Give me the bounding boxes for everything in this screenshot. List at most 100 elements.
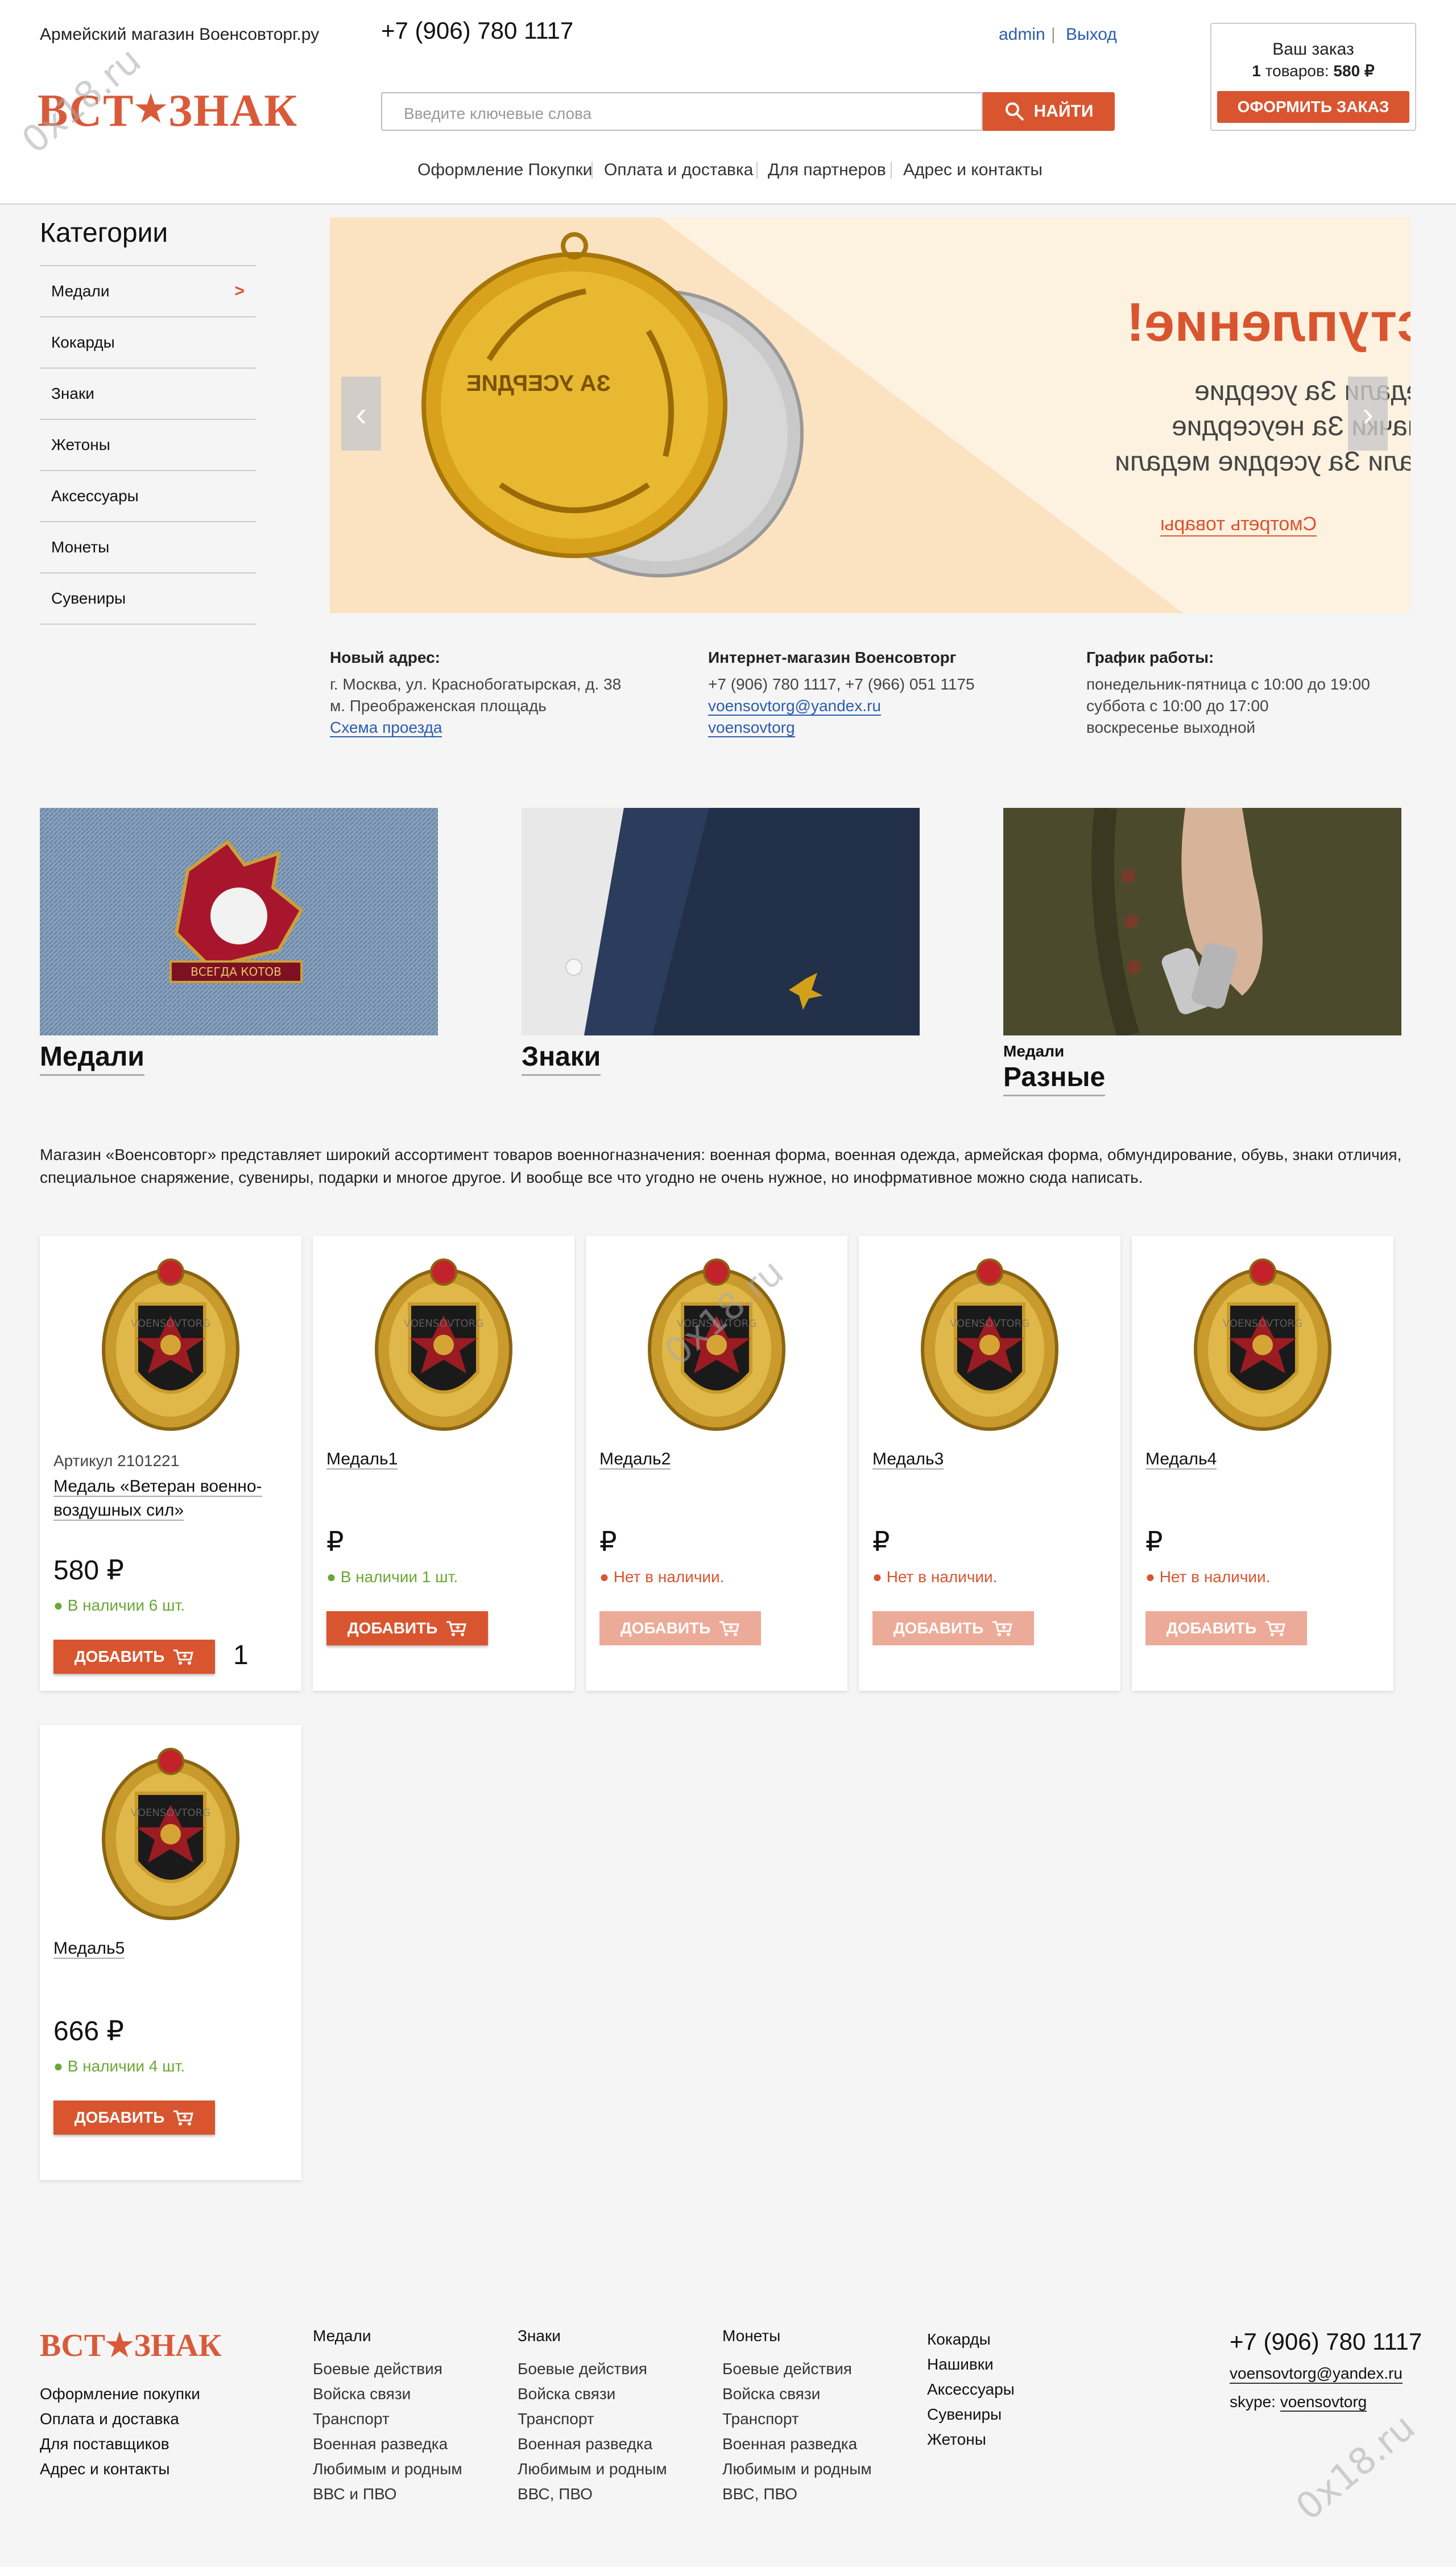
product-price: ₽ <box>1145 1527 1163 1557</box>
footer-column-link[interactable]: Войска связи <box>722 2382 872 2407</box>
footer-column-link[interactable]: Нашивки <box>927 2352 1015 2377</box>
footer-column-link[interactable]: Жетоны <box>927 2427 1015 2452</box>
product-name-link[interactable]: Медаль5 <box>53 1937 281 1961</box>
footer-logo[interactable]: ВСТ★ЗНАК <box>40 2327 222 2364</box>
footer-column-link[interactable]: Кокарды <box>927 2327 1015 2352</box>
footer-column-link[interactable]: Транспорт <box>722 2407 872 2432</box>
nav-contacts[interactable]: Адрес и контакты <box>903 160 1043 180</box>
footer-column-link[interactable]: Боевые действия <box>518 2356 667 2382</box>
footer-skype: skype: voensovtorg <box>1230 2393 1367 2412</box>
product-name-link[interactable]: Медаль4 <box>1145 1447 1373 1471</box>
user-link[interactable]: admin <box>999 25 1045 44</box>
footer-column-link[interactable]: Транспорт <box>313 2407 462 2432</box>
footer-column-link[interactable]: Войска связи <box>518 2382 667 2407</box>
footer-column-title[interactable]: Медали <box>313 2327 462 2345</box>
product-name: Медаль5 <box>53 1939 125 1959</box>
footer-column-link[interactable]: Любимым и родным <box>722 2457 872 2482</box>
route-map-link[interactable]: Схема проезда <box>330 719 442 737</box>
add-to-cart-button[interactable]: ДОБАВИТЬ <box>326 1611 488 1645</box>
skype-label: skype: <box>1230 2393 1280 2411</box>
footer-column-title[interactable]: Знаки <box>518 2327 667 2345</box>
product-card[interactable]: VOENSOVTORG Медаль5 666 ₽ ● В наличии 4 … <box>40 1725 301 2180</box>
product-name-link[interactable]: Медаль2 <box>599 1447 827 1471</box>
banner-medal-text: ЗА УСЕРДИЕ <box>466 371 611 396</box>
product-card[interactable]: VOENSOVTORG Медаль1 ₽ ● В наличии 1 шт. … <box>313 1236 574 1691</box>
add-to-cart-button[interactable]: ДОБАВИТЬ <box>872 1611 1034 1645</box>
product-price: 580 ₽ <box>53 1555 124 1586</box>
add-to-cart-button[interactable]: ДОБАВИТЬ <box>1145 1611 1307 1645</box>
banner-prev-button[interactable]: ‹ <box>341 377 381 451</box>
category-accessories[interactable]: Аксессуары <box>40 470 256 521</box>
shop-phones: +7 (906) 780 1117, +7 (966) 051 1175 <box>708 675 975 693</box>
promo-banner[interactable]: ЗА УСЕРДИЕ Новое поступление! Медали За … <box>330 217 1410 613</box>
nav-delivery[interactable]: Оплата и доставка <box>604 160 753 180</box>
shop-email-link[interactable]: voensovtorg@yandex.ru <box>708 697 881 716</box>
product-image[interactable]: VOENSOVTORG <box>1189 1253 1337 1435</box>
footer-column-link[interactable]: Сувениры <box>927 2402 1015 2427</box>
product-name-link[interactable]: Медаль1 <box>326 1447 554 1471</box>
nav-partners[interactable]: Для партнеров <box>768 160 886 180</box>
add-to-cart-button[interactable]: ДОБАВИТЬ <box>53 1640 215 1674</box>
footer-link-delivery[interactable]: Оплата и доставка <box>40 2407 200 2432</box>
checkout-button[interactable]: ОФОРМИТЬ ЗАКАЗ <box>1217 91 1409 123</box>
footer-column-link[interactable]: Любимым и родным <box>313 2457 462 2482</box>
footer-skype-link[interactable]: voensovtorg <box>1280 2393 1367 2412</box>
footer-link-contacts[interactable]: Адрес и контакты <box>40 2457 200 2482</box>
category-tile-badges[interactable]: Знаки <box>522 808 920 1076</box>
add-to-cart-button[interactable]: ДОБАВИТЬ <box>599 1611 761 1645</box>
cart-summary: 1 товаров: 580 ₽ <box>1211 61 1415 80</box>
cart-icon <box>1265 1621 1286 1636</box>
footer-link-suppliers[interactable]: Для поставщиков <box>40 2432 200 2457</box>
product-card[interactable]: VOENSOVTORG Медаль3 ₽ ● Нет в наличии. Д… <box>859 1236 1120 1691</box>
tile-image <box>1003 808 1401 1035</box>
category-cockades[interactable]: Кокарды <box>40 316 256 368</box>
product-image[interactable]: VOENSOVTORG <box>97 1253 245 1435</box>
search-input[interactable]: Введите ключевые слова <box>381 92 983 131</box>
cart-title: Ваш заказ <box>1272 40 1354 59</box>
product-name-link[interactable]: Медаль «Ветеран военно-воздушных сил» <box>53 1475 281 1522</box>
add-to-cart-button[interactable]: ДОБАВИТЬ <box>53 2100 215 2135</box>
footer-column-link[interactable]: Боевые действия <box>722 2356 872 2382</box>
logout-link[interactable]: Выход <box>1066 25 1117 44</box>
category-badges[interactable]: Знаки <box>40 368 256 419</box>
shop-skype-link[interactable]: voensovtorg <box>708 719 795 737</box>
banner-next-button[interactable]: › <box>1348 377 1388 451</box>
banner-link[interactable]: Смотреть товары <box>1160 513 1317 536</box>
footer-column-link[interactable]: Военная разведка <box>313 2432 462 2457</box>
footer-email-link[interactable]: voensovtorg@yandex.ru <box>1230 2364 1403 2384</box>
category-coins[interactable]: Монеты <box>40 521 256 572</box>
category-souvenirs[interactable]: Сувениры <box>40 572 256 624</box>
footer-column-link[interactable]: Транспорт <box>518 2407 667 2432</box>
product-image[interactable]: VOENSOVTORG <box>97 1742 245 1924</box>
search-button[interactable]: НАЙТИ <box>983 92 1115 131</box>
product-card[interactable]: VOENSOVTORG Медаль4 ₽ ● Нет в наличии. Д… <box>1132 1236 1393 1691</box>
footer-column-link[interactable]: Военная разведка <box>722 2432 872 2457</box>
tile-sublabel: Медали <box>1003 1042 1065 1060</box>
footer-link-purchase[interactable]: Оформление покупки <box>40 2382 200 2407</box>
product-card[interactable]: VOENSOVTORG Артикул 2101221 Медаль «Вете… <box>40 1236 301 1691</box>
footer-column-link[interactable]: Аксессуары <box>927 2377 1015 2402</box>
footer-column-link[interactable]: Войска связи <box>313 2382 462 2407</box>
cart-count-label: товаров: <box>1260 62 1334 80</box>
footer-column-link[interactable]: Любимым и родным <box>518 2457 667 2482</box>
logo-star-icon: ★ <box>134 89 168 129</box>
header-phone[interactable]: +7 (906) 780 1117 <box>381 17 573 44</box>
footer-column-link[interactable]: Военная разведка <box>518 2432 667 2457</box>
footer-column-link[interactable]: Боевые действия <box>313 2356 462 2382</box>
footer-column-title[interactable]: Монеты <box>722 2327 872 2345</box>
category-tile-misc[interactable]: Медали Разные <box>1003 808 1401 1096</box>
nav-purchase[interactable]: Оформление Покупки <box>417 160 592 180</box>
category-medals[interactable]: Медали > <box>40 265 256 316</box>
category-tokens[interactable]: Жетоны <box>40 419 256 470</box>
product-image[interactable]: VOENSOVTORG <box>370 1253 518 1435</box>
footer-column-link[interactable]: ВВС, ПВО <box>722 2482 872 2507</box>
footer-column-link[interactable]: ВВС, ПВО <box>518 2482 667 2507</box>
category-tile-medals[interactable]: ВСЕГДА КОТОВ Медали <box>40 808 438 1076</box>
footer-column-link[interactable]: ВВС и ПВО <box>313 2482 462 2507</box>
banner-line: Медали За усердие медали <box>1115 447 1410 477</box>
category-label: Кокарды <box>51 333 115 351</box>
footer-phone[interactable]: +7 (906) 780 1117 <box>1230 2328 1422 2355</box>
product-image[interactable]: VOENSOVTORG <box>916 1253 1064 1435</box>
product-name-link[interactable]: Медаль3 <box>872 1447 1100 1471</box>
stock-status: ● В наличии 1 шт. <box>326 1568 458 1586</box>
